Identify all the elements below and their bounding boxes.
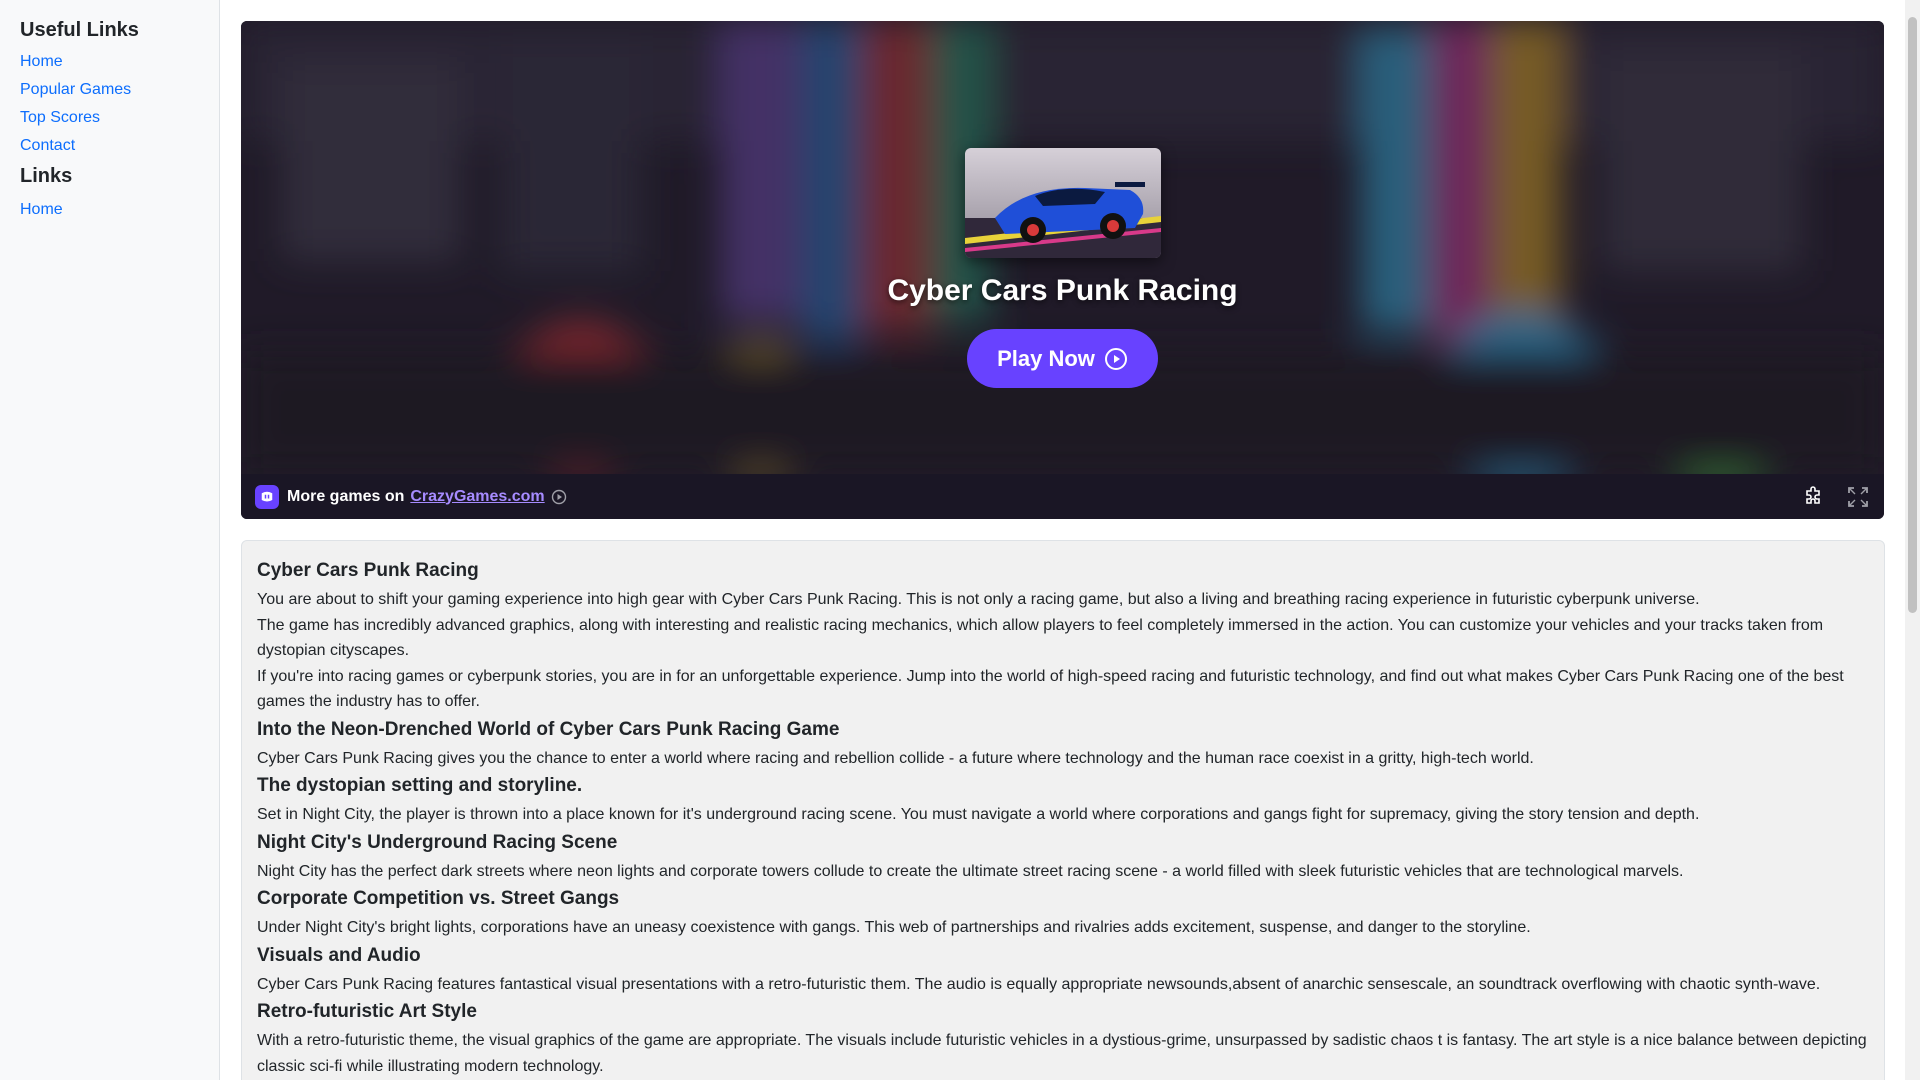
article-heading: Night City's Underground Racing Scene <box>257 831 618 853</box>
crazygames-link[interactable]: CrazyGames.com <box>410 488 544 506</box>
article-paragraph: You are about to shift your gaming exper… <box>257 591 1700 608</box>
sidebar-link-home-2[interactable]: Home <box>20 200 199 220</box>
game-embed[interactable]: Cyber Cars Punk Racing Play Now More gam… <box>241 21 1884 519</box>
article-heading: Visuals and Audio <box>257 944 421 966</box>
page-scrollbar[interactable] <box>1905 0 1920 1080</box>
crazygames-logo-icon <box>255 484 279 509</box>
article-heading: Retro-futuristic Art Style <box>257 1001 477 1022</box>
game-title: Cyber Cars Punk Racing <box>887 274 1238 307</box>
useful-links-heading: Useful Links <box>20 19 139 41</box>
article-heading: Into the Neon-Drenched World of Cyber Ca… <box>257 718 840 740</box>
more-games-text: More games on <box>287 487 405 505</box>
scrollbar-thumb[interactable] <box>1908 17 1917 613</box>
sidebar: Useful Links Home Popular Games Top Scor… <box>0 0 220 1080</box>
article-paragraph: If you're into racing games or cyberpunk… <box>257 667 1844 711</box>
links-heading: Links <box>20 165 73 187</box>
play-now-button[interactable]: Play Now <box>967 329 1158 388</box>
external-play-icon[interactable] <box>551 489 567 505</box>
article-paragraph: Night City has the perfect dark streets … <box>257 862 1684 880</box>
sidebar-link-popular-games[interactable]: Popular Games <box>20 80 199 100</box>
article-heading: Cyber Cars Punk Racing <box>257 560 479 581</box>
article-paragraph: Set in Night City, the player is thrown … <box>257 806 1700 823</box>
article-paragraph: The game has incredibly advanced graphic… <box>257 616 1824 660</box>
sidebar-link-home[interactable]: Home <box>20 52 199 72</box>
play-circle-icon <box>1104 347 1128 371</box>
game-footer-bar: More games on CrazyGames.com <box>241 474 1884 519</box>
main-content: Cyber Cars Punk Racing Play Now More gam… <box>241 21 1885 1080</box>
game-thumbnail <box>964 148 1161 258</box>
play-now-label: Play Now <box>997 345 1095 371</box>
article-paragraph: Cyber Cars Punk Racing features fantasti… <box>257 975 1821 993</box>
article-heading: Corporate Competition vs. Street Gangs <box>257 888 620 909</box>
game-article: Cyber Cars Punk Racing You are about to … <box>241 540 1885 1080</box>
fullscreen-icon[interactable] <box>1846 485 1870 509</box>
article-paragraph: Under Night City's bright lights, corpor… <box>257 919 1531 936</box>
article-paragraph: With a retro-futuristic theme, the visua… <box>257 1032 1867 1075</box>
sidebar-link-contact[interactable]: Contact <box>20 136 199 156</box>
sidebar-link-top-scores[interactable]: Top Scores <box>20 108 199 128</box>
article-paragraph: Cyber Cars Punk Racing gives you the cha… <box>257 749 1534 767</box>
game-bar-controls <box>1802 485 1870 509</box>
article-heading: The dystopian setting and storyline. <box>257 775 583 796</box>
puzzle-icon[interactable] <box>1802 485 1826 509</box>
game-splash: Cyber Cars Punk Racing Play Now <box>241 21 1884 474</box>
